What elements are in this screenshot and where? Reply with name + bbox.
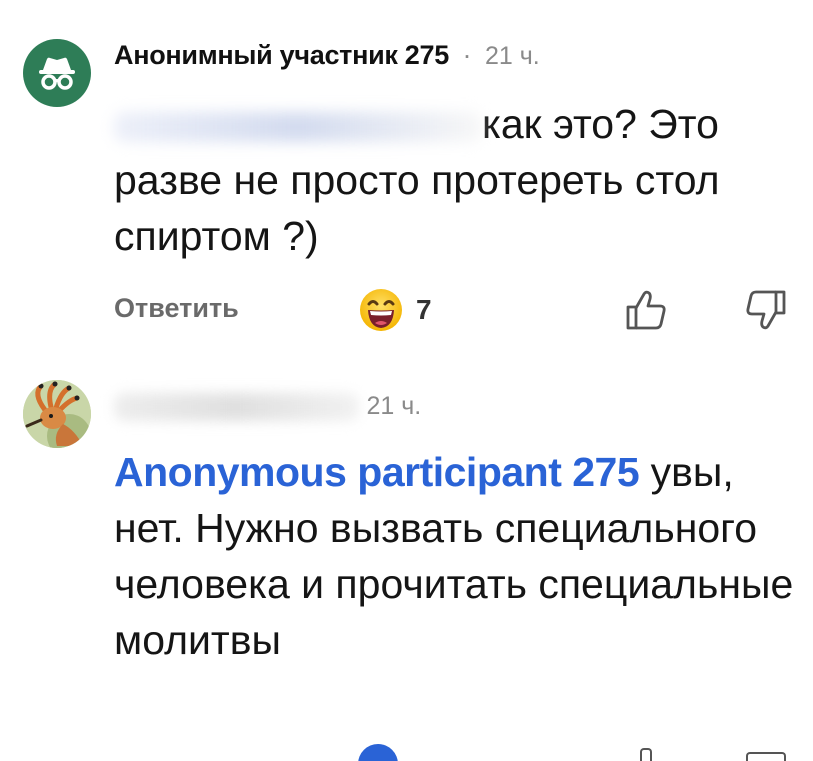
incognito-icon	[39, 57, 75, 90]
reply-button[interactable]: Ответить	[114, 293, 239, 324]
comment-actions	[114, 744, 804, 761]
separator-dot: ·	[462, 40, 472, 70]
comment-text: как это? Это разве не просто протереть с…	[114, 96, 794, 264]
author-name-redacted[interactable]	[114, 392, 359, 421]
comments-feed: Анонимный участник 275 · 21 ч. как это? …	[0, 0, 813, 761]
mention-link[interactable]: Anonymous participant 275	[114, 449, 640, 495]
reaction-button[interactable]: 7	[358, 287, 432, 333]
grinning-face-emoji-icon	[360, 289, 402, 331]
timestamp: 21 ч.	[366, 392, 422, 420]
thumbs-up-icon	[626, 290, 666, 330]
reaction-count: 7	[416, 294, 432, 325]
mention-redacted[interactable]	[114, 112, 482, 142]
avatar[interactable]	[23, 380, 91, 448]
comment-text: Anonymous participant 275 увы, нет. Нужн…	[114, 444, 794, 668]
like-button[interactable]	[640, 748, 652, 761]
comment-actions: Ответить 7	[114, 287, 804, 331]
author-line: 21 ч.	[114, 390, 421, 421]
reply-button[interactable]	[114, 744, 144, 761]
author-line: Анонимный участник 275 · 21 ч.	[114, 40, 540, 71]
timestamp: 21 ч.	[485, 42, 540, 70]
like-button[interactable]	[624, 289, 668, 336]
dislike-button[interactable]	[744, 289, 788, 336]
dislike-button[interactable]	[746, 752, 786, 761]
avatar[interactable]	[23, 39, 91, 107]
author-name[interactable]: Анонимный участник 275	[114, 40, 449, 70]
reaction-button[interactable]	[358, 744, 398, 761]
hoopoe-bird-avatar-icon	[23, 380, 91, 448]
thumbs-down-icon	[746, 290, 786, 330]
